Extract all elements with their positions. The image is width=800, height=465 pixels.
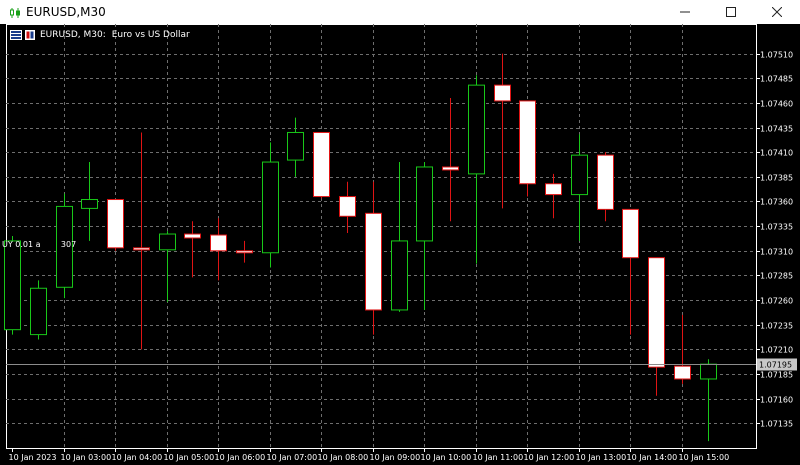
candle-body[interactable] [648, 257, 665, 368]
chart-window-icon [8, 5, 22, 19]
y-tick-label: 1.07135 [760, 420, 793, 429]
maximize-button[interactable] [708, 0, 754, 24]
x-tick-label: 10 Jan 05:00 [164, 453, 215, 462]
x-tick-label: 10 Jan 07:00 [267, 453, 318, 462]
candle-body[interactable] [622, 208, 639, 259]
x-tick-label: 10 Jan 13:00 [576, 453, 627, 462]
candle-body[interactable] [30, 287, 47, 336]
chart-header: EURUSD, M30: Euro vs US Dollar [10, 28, 190, 42]
y-tick-label: 1.07385 [760, 174, 793, 183]
window-title: EURUSD,M30 [26, 5, 106, 19]
candle-body[interactable] [184, 233, 201, 239]
candle-body[interactable] [494, 84, 511, 102]
candle-body[interactable] [262, 161, 279, 254]
x-tick-label: 10 Jan 10:00 [421, 453, 472, 462]
candle-body[interactable] [700, 363, 717, 380]
candle-body[interactable] [107, 199, 124, 249]
chart-grid-icon [10, 30, 22, 40]
y-tick-label: 1.07235 [760, 322, 793, 331]
y-tick-label: 1.07210 [760, 346, 793, 355]
y-tick-label: 1.07460 [760, 100, 793, 109]
chart-symbol-timeframe: EURUSD, M30: [40, 30, 106, 40]
x-tick-label: 10 Jan 08:00 [318, 453, 369, 462]
candle-body[interactable] [339, 196, 356, 217]
x-tick-label: 10 Jan 12:00 [524, 453, 575, 462]
chart-symbol-description: Euro vs US Dollar [111, 30, 190, 40]
candle-body[interactable] [159, 233, 176, 251]
candle-body[interactable] [4, 240, 21, 331]
x-tick-label: 10 Jan 11:00 [473, 453, 524, 462]
candle-body[interactable] [81, 199, 98, 209]
y-tick-label: 1.07185 [760, 371, 793, 380]
trade-position-label[interactable]: UY 0.01 a 307 [2, 240, 76, 249]
candle-body[interactable] [442, 166, 459, 171]
y-tick-label: 1.07335 [760, 223, 793, 232]
candle-body[interactable] [313, 131, 330, 198]
chart-area[interactable]: 1.07510 1.07485 1.07460 1.07435 1.07410 1.073… [0, 24, 800, 465]
candle-body[interactable] [391, 240, 408, 311]
candle-body[interactable] [416, 166, 433, 242]
minimize-icon [680, 11, 690, 13]
y-tick-label: 1.07260 [760, 297, 793, 306]
candle-body[interactable] [365, 212, 382, 311]
close-icon [772, 7, 782, 17]
close-button[interactable] [754, 0, 800, 24]
x-tick-label: 10 Jan 04:00 [112, 453, 163, 462]
y-tick-label: 1.07435 [760, 125, 793, 134]
y-tick-label: 1.07510 [760, 51, 793, 60]
x-tick-label: 10 Jan 14:00 [627, 453, 678, 462]
candle-body[interactable] [468, 84, 485, 175]
candle-body[interactable] [674, 365, 691, 380]
candlestick-chart[interactable]: 1.07510 1.07485 1.07460 1.07435 1.07410 1.073… [0, 24, 800, 465]
x-tick-label: 10 Jan 06:00 [215, 453, 266, 462]
y-tick-label: 1.07410 [760, 149, 793, 158]
candle-body[interactable] [210, 234, 227, 252]
candle-body[interactable] [519, 100, 536, 185]
y-tick-label: 1.07485 [760, 75, 793, 84]
y-tick-label: 1.07285 [760, 272, 793, 281]
x-tick-label: 10 Jan 15:00 [679, 453, 730, 462]
y-tick-label: 1.07310 [760, 248, 793, 257]
window-titlebar: EURUSD,M30 [0, 0, 800, 25]
trade-icon[interactable] [25, 30, 37, 40]
current-price-label: 1.07195 [759, 361, 792, 370]
candle-body[interactable] [597, 154, 614, 210]
candle-body[interactable] [571, 154, 588, 196]
x-tick-label: 10 Jan 2023 [9, 453, 57, 462]
candle-body[interactable] [287, 131, 304, 161]
y-tick-label: 1.07360 [760, 198, 793, 207]
candle-body[interactable] [133, 247, 150, 251]
minimize-button[interactable] [662, 0, 708, 24]
maximize-icon [726, 7, 736, 17]
x-tick-label: 10 Jan 03:00 [61, 453, 112, 462]
candle-body[interactable] [545, 183, 562, 196]
x-tick-label: 10 Jan 09:00 [370, 453, 421, 462]
y-tick-label: 1.07160 [760, 396, 793, 405]
candle-body[interactable] [236, 250, 253, 254]
